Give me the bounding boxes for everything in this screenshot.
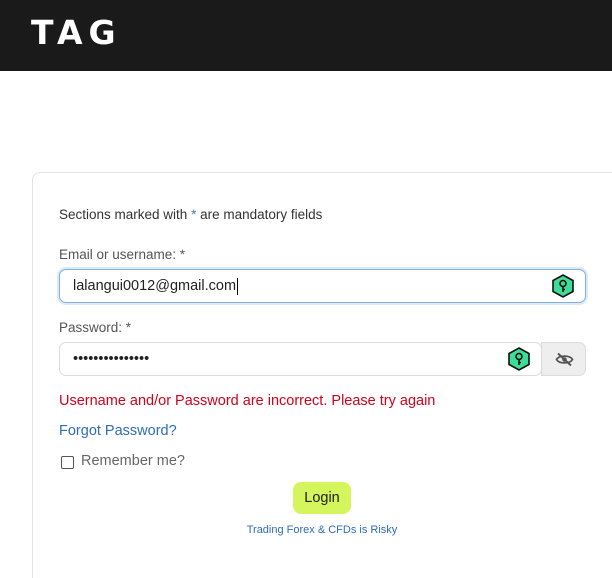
eye-slash-icon (555, 352, 574, 367)
password-label: Password: * (59, 320, 132, 335)
login-error-message: Username and/or Password are incorrect. … (59, 393, 436, 409)
login-button[interactable]: Login (293, 482, 351, 514)
risk-warning-link[interactable]: Trading Forex & CFDs is Risky (0, 524, 612, 536)
remember-me-checkbox[interactable] (61, 456, 74, 469)
toggle-password-visibility-button[interactable] (541, 342, 586, 376)
password-value: ••••••••••••••• (73, 351, 150, 367)
remember-me-label[interactable]: Remember me? (81, 453, 185, 469)
key-hexagon-icon[interactable] (508, 347, 530, 371)
email-label: Email or username: * (59, 247, 186, 262)
brand-logo[interactable]: TAG (31, 14, 122, 52)
mandatory-fields-note: Sections marked with * are mandatory fie… (59, 207, 322, 222)
note-suffix: are mandatory fields (196, 207, 323, 222)
password-field[interactable]: ••••••••••••••• (59, 342, 542, 376)
email-value: lalangui0012@gmail.com (73, 278, 237, 294)
top-header-bar: TAG (0, 0, 612, 71)
note-prefix: Sections marked with (59, 207, 192, 222)
text-caret (237, 277, 239, 295)
key-hexagon-icon[interactable] (552, 274, 574, 298)
email-field[interactable]: lalangui0012@gmail.com (59, 269, 586, 303)
forgot-password-link[interactable]: Forgot Password? (59, 423, 177, 439)
